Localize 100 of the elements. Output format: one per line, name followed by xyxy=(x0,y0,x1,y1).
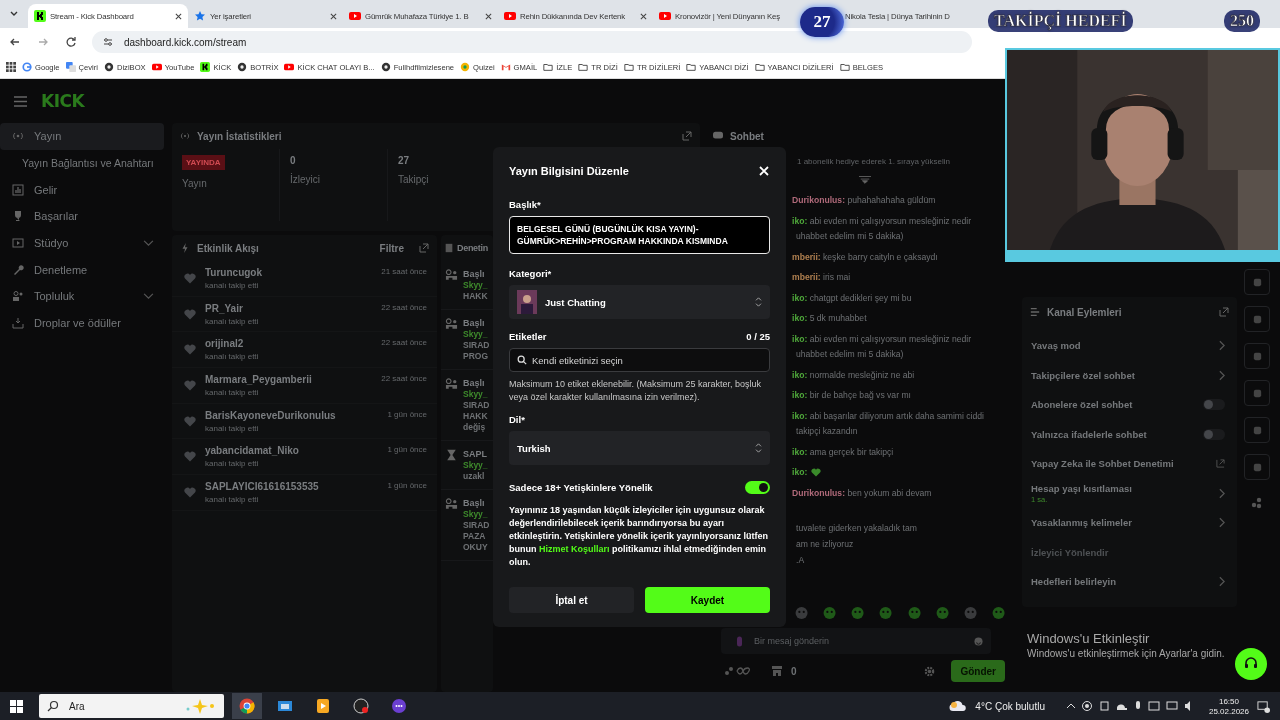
site-icon xyxy=(237,62,248,72)
stat-label: Yayın xyxy=(182,178,207,189)
event-action: kanalı takip etti xyxy=(205,352,260,362)
entry-detail: değiş xyxy=(463,422,487,432)
close-tab-icon[interactable] xyxy=(485,12,492,20)
broadcast-icon xyxy=(180,131,190,141)
settings-icon[interactable] xyxy=(924,665,936,677)
stat-label: İzleyici xyxy=(290,174,320,185)
title-field[interactable]: BELGESEL GÜNÜ (BUGÜNLÜK KISA YAYIN)-GÜMRÜK>REHİN>PROGRAM HAKKINDA KISMINDA xyxy=(509,216,770,254)
save-button[interactable]: Kaydet xyxy=(645,587,770,613)
adult-toggle[interactable] xyxy=(745,481,770,494)
emote-icon[interactable] xyxy=(795,606,809,620)
tool-button[interactable] xyxy=(1244,454,1270,480)
emote-icon[interactable] xyxy=(963,606,977,620)
sidebar-item[interactable]: Denetleme xyxy=(0,256,164,284)
cancel-button[interactable]: İptal et xyxy=(509,587,634,613)
emote-icon[interactable] xyxy=(907,606,921,620)
search-icon xyxy=(47,700,59,712)
popout-icon[interactable] xyxy=(419,243,429,253)
close-icon[interactable] xyxy=(758,165,770,177)
sidebar-item[interactable]: Başarılar xyxy=(0,203,164,230)
sidebar-item[interactable]: Droplar ve ödüller xyxy=(0,309,164,337)
terms-link[interactable]: Hizmet Koşulları xyxy=(539,544,610,554)
site-settings-icon[interactable] xyxy=(102,36,114,48)
category-select[interactable]: Just Chatting xyxy=(509,285,770,319)
clock-date[interactable]: 25.02.2026 xyxy=(1208,706,1249,716)
chevron-right-icon[interactable] xyxy=(1219,576,1225,588)
tool-button[interactable] xyxy=(1244,343,1270,369)
notification-icon[interactable] xyxy=(1257,699,1270,713)
chat-message: iko: bir de bahçe bağ vs var mı xyxy=(792,390,911,401)
emote-icon[interactable] xyxy=(991,606,1005,620)
close-tab-icon[interactable] xyxy=(640,12,647,20)
channel-action-label[interactable]: Yapay Zeka ile Sohbet Denetimi xyxy=(1031,458,1174,470)
external-link-icon[interactable] xyxy=(1216,459,1225,469)
weather-text[interactable]: 4°C Çok bulutlu xyxy=(975,700,1045,712)
chevron-right-icon[interactable] xyxy=(1219,369,1225,381)
adult-warning-text: Yayınınız 18 yaşından küçük izleyiciler için uygunsuz olarak değerlendirilebilecek içerik barındırıyorsa bu ayarı etkinleştirin. Yetişkinlere yönelik içerik yayınlıyorsanız lütfen bunun Hizmet Koşulları politikamızı ihlal etmediğinden emin olun. xyxy=(509,504,769,569)
emoji-icon[interactable] xyxy=(974,636,983,646)
emote-icon[interactable] xyxy=(879,606,893,620)
reload-icon[interactable] xyxy=(64,35,78,49)
close-tab-icon[interactable] xyxy=(175,12,182,20)
channel-action-label[interactable]: Hedefleri belirleyin xyxy=(1031,576,1116,588)
taskbar-search-field[interactable]: Ara xyxy=(39,694,224,718)
folder-icon xyxy=(686,62,697,72)
category-thumbnail-icon xyxy=(517,290,537,314)
entry-title: Başlı xyxy=(463,378,486,388)
channel-action-label[interactable]: Abonelere özel sohbet xyxy=(1031,399,1133,411)
emote-icon[interactable] xyxy=(851,606,865,620)
channel-action-label[interactable]: Yalnızca ifadelerle sohbet xyxy=(1031,428,1147,440)
toggle-switch[interactable] xyxy=(1203,399,1225,411)
chevron-right-icon[interactable] xyxy=(1219,340,1225,352)
event-time: 22 saat önce xyxy=(381,338,427,348)
sidebar-item[interactable]: Yayın Bağlantısı ve Anahtarı xyxy=(0,149,172,177)
tag-search-field[interactable]: Kendi etiketinizi seçin xyxy=(509,348,770,372)
tool-button[interactable] xyxy=(1244,269,1270,295)
collapse-icon[interactable] xyxy=(859,175,871,184)
close-tab-icon[interactable] xyxy=(330,12,337,20)
sidebar-item[interactable]: Gelir xyxy=(0,176,164,204)
toggle-switch[interactable] xyxy=(1203,428,1225,440)
store-icon[interactable] xyxy=(771,665,783,677)
field-label: Başlık* xyxy=(509,199,542,210)
tool-button[interactable] xyxy=(1244,380,1270,406)
tool-button[interactable] xyxy=(1244,417,1270,443)
emote-icon[interactable] xyxy=(935,606,949,620)
address-field[interactable]: dashboard.kick.com/stream xyxy=(92,31,972,53)
user-card-icon xyxy=(445,269,458,281)
windows-start-icon[interactable] xyxy=(10,699,23,713)
infinity-icon[interactable] xyxy=(723,665,751,677)
popout-icon[interactable] xyxy=(1219,307,1229,317)
chat-message: uhabbet edelim mi 5 dakika) xyxy=(796,348,904,359)
youtube-icon xyxy=(504,10,516,22)
popout-icon[interactable] xyxy=(682,131,692,141)
stat-value: 27 xyxy=(398,155,410,166)
apps-icon[interactable] xyxy=(6,62,16,72)
language-select[interactable]: Turkish xyxy=(509,431,770,465)
channel-action-label[interactable]: Yasaklanmış kelimeler xyxy=(1031,517,1132,529)
channel-action-label[interactable]: Hesap yaşı kısıtlaması xyxy=(1031,482,1132,494)
channel-action-label[interactable]: Yavaş mod xyxy=(1031,340,1081,352)
chevron-right-icon[interactable] xyxy=(1219,487,1225,499)
connections-icon[interactable] xyxy=(1251,497,1263,509)
sidebar-item[interactable]: Stüdyo xyxy=(0,229,164,257)
chevron-down-icon[interactable] xyxy=(143,292,154,300)
chevron-down-icon[interactable] xyxy=(143,239,154,247)
entry-author: Skyy_ xyxy=(463,460,488,470)
site-icon xyxy=(380,62,391,72)
cloud-icon[interactable] xyxy=(949,700,968,712)
kick-logo[interactable]: KICK xyxy=(41,91,85,111)
menu-icon[interactable] xyxy=(14,95,27,107)
translate-icon xyxy=(65,62,76,72)
channel-action-label[interactable]: Takipçilere özel sohbet xyxy=(1031,369,1135,381)
filter-button[interactable]: Filtre xyxy=(371,242,412,254)
sidebar-item[interactable]: Yayın xyxy=(0,123,164,150)
chrome-icon[interactable] xyxy=(232,693,262,719)
sidebar-item[interactable]: Topluluk xyxy=(0,283,164,310)
chevron-right-icon[interactable] xyxy=(1219,517,1225,529)
square-icon xyxy=(1251,461,1263,473)
event-time: 22 saat önce xyxy=(381,302,427,312)
emote-icon[interactable] xyxy=(823,606,837,620)
clock-time[interactable]: 16:50 xyxy=(1218,696,1239,706)
tool-button[interactable] xyxy=(1244,306,1270,332)
